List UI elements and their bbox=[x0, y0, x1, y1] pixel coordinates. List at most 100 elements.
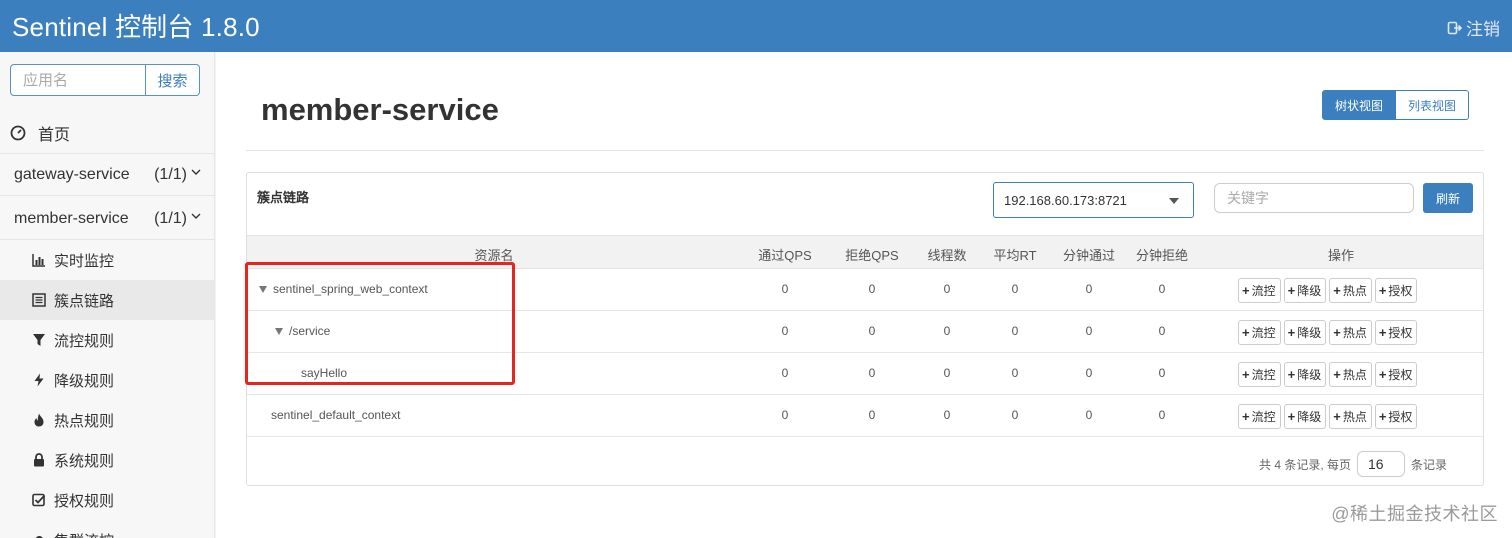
row-actions: + 流控 + 降级 + 热点 + 授权 bbox=[1238, 362, 1418, 387]
sidebar-item-hotspot-rules[interactable]: 热点规则 bbox=[0, 400, 214, 440]
sidebar-service-gateway[interactable]: gateway-service (1/1) bbox=[0, 154, 214, 196]
column-header: 分钟通过 bbox=[1062, 248, 1116, 263]
minute-block: 0 bbox=[1158, 366, 1166, 380]
pass-qps: 0 bbox=[781, 324, 789, 338]
add-auth-rule-button[interactable]: + 授权 bbox=[1374, 404, 1418, 429]
minute-pass: 0 bbox=[1085, 282, 1093, 296]
sidebar-item-label: 热点规则 bbox=[54, 412, 115, 430]
table-row: sayHello 0 0 0 0 0 0 + 流控 + 降级 + 热点 + 授权 bbox=[247, 353, 1483, 395]
add-degrade-rule-button[interactable]: + 降级 bbox=[1283, 320, 1327, 345]
list-view-button[interactable]: 列表视图 bbox=[1396, 90, 1470, 120]
add-degrade-rule-button[interactable]: + 降级 bbox=[1283, 278, 1327, 303]
block-qps: 0 bbox=[868, 366, 876, 380]
caret-down-icon[interactable] bbox=[275, 327, 283, 335]
bar-chart-icon bbox=[32, 254, 45, 267]
sidebar-item-label: 首页 bbox=[38, 126, 71, 144]
column-header: 线程数 bbox=[927, 248, 967, 263]
sidebar-item-label: 集群流控 bbox=[54, 530, 114, 538]
chevron-down-icon bbox=[191, 213, 201, 219]
machine-select[interactable]: 192.168.60.173:8721 bbox=[993, 182, 1194, 218]
service-count: (1/1) bbox=[154, 209, 187, 227]
page-size-input[interactable]: 16 bbox=[1357, 451, 1406, 477]
pagination: 共 4 条记录, 每页 16 条记录 bbox=[1259, 451, 1447, 477]
add-hotspot-rule-button[interactable]: + 热点 bbox=[1329, 362, 1372, 387]
service-count: (1/1) bbox=[154, 165, 187, 183]
add-hotspot-rule-button[interactable]: + 热点 bbox=[1329, 320, 1372, 345]
sidebar-item-label: 流控规则 bbox=[54, 332, 115, 350]
filter-icon bbox=[33, 334, 45, 346]
divider bbox=[246, 150, 1484, 151]
add-flow-rule-button[interactable]: + 流控 bbox=[1238, 362, 1281, 387]
fire-icon bbox=[34, 413, 44, 427]
resource-name[interactable]: /service bbox=[275, 324, 330, 338]
keyword-input[interactable] bbox=[1214, 183, 1414, 213]
add-degrade-rule-button[interactable]: + 降级 bbox=[1283, 404, 1327, 429]
sidebar-service-member[interactable]: member-service (1/1) bbox=[0, 198, 214, 240]
logout-icon bbox=[1447, 21, 1463, 34]
add-auth-rule-button[interactable]: + 授权 bbox=[1374, 320, 1418, 345]
add-auth-rule-button[interactable]: + 授权 bbox=[1374, 278, 1418, 303]
plus-icon: + bbox=[1287, 409, 1296, 424]
plus-icon: + bbox=[1333, 325, 1341, 340]
pass-qps: 0 bbox=[781, 408, 789, 422]
block-qps: 0 bbox=[868, 324, 876, 338]
table-row: sentinel_default_context 0 0 0 0 0 0 + 流控… bbox=[247, 395, 1483, 437]
plus-icon: + bbox=[1378, 367, 1387, 382]
sidebar-item-realtime-monitor[interactable]: 实时监控 bbox=[0, 240, 214, 280]
minute-pass: 0 bbox=[1085, 324, 1093, 338]
add-flow-rule-button[interactable]: + 流控 bbox=[1238, 320, 1281, 345]
refresh-button[interactable]: 刷新 bbox=[1423, 183, 1473, 213]
app-search-input[interactable] bbox=[10, 64, 146, 96]
block-qps: 0 bbox=[868, 282, 876, 296]
resource-name[interactable]: sentinel_default_context bbox=[271, 408, 400, 422]
add-flow-rule-button[interactable]: + 流控 bbox=[1238, 278, 1281, 303]
minute-block: 0 bbox=[1158, 324, 1166, 338]
row-actions: + 流控 + 降级 + 热点 + 授权 bbox=[1238, 404, 1418, 429]
sidebar-item-label: 授权规则 bbox=[54, 492, 115, 510]
pager-prefix: 共 4 条记录, 每页 bbox=[1259, 457, 1352, 472]
thread-count: 0 bbox=[943, 408, 951, 422]
sidebar-item-flow-rules[interactable]: 流控规则 bbox=[0, 320, 214, 360]
add-degrade-rule-button[interactable]: + 降级 bbox=[1283, 362, 1327, 387]
search-button[interactable]: 搜索 bbox=[146, 64, 200, 96]
caret-down-icon bbox=[1169, 198, 1179, 204]
plus-icon: + bbox=[1333, 283, 1341, 298]
sidebar-item-label: 降级规则 bbox=[54, 372, 115, 390]
sidebar-item-cluster-flow[interactable]: 集群流控 bbox=[0, 520, 214, 538]
add-auth-rule-button[interactable]: + 授权 bbox=[1374, 362, 1418, 387]
sidebar-item-auth-rules[interactable]: 授权规则 bbox=[0, 480, 214, 520]
panel-title: 簇点链路 bbox=[257, 190, 310, 205]
column-header: 分钟拒绝 bbox=[1135, 248, 1189, 263]
plus-icon: + bbox=[1378, 283, 1387, 298]
service-name: gateway-service bbox=[14, 165, 130, 183]
sidebar-item-home[interactable]: 首页 bbox=[0, 112, 214, 154]
resource-name[interactable]: sayHello bbox=[301, 366, 347, 380]
app-search: 搜索 bbox=[10, 64, 200, 96]
sidebar-item-label: 系统规则 bbox=[54, 452, 115, 470]
page-title: member-service bbox=[261, 92, 499, 127]
logout-link[interactable]: 注销 bbox=[1447, 15, 1500, 40]
plus-icon: + bbox=[1287, 367, 1296, 382]
sidebar-item-cluster-link[interactable]: 簇点链路 bbox=[0, 280, 214, 320]
sidebar-item-label: 簇点链路 bbox=[54, 292, 115, 310]
resource-name[interactable]: sentinel_spring_web_context bbox=[259, 282, 428, 296]
thread-count: 0 bbox=[943, 282, 951, 296]
column-header: 通过QPS bbox=[758, 248, 812, 263]
sidebar-item-system-rules[interactable]: 系统规则 bbox=[0, 440, 214, 480]
row-actions: + 流控 + 降级 + 热点 + 授权 bbox=[1238, 278, 1418, 303]
plus-icon: + bbox=[1333, 409, 1341, 424]
plus-icon: + bbox=[1287, 283, 1296, 298]
minute-pass: 0 bbox=[1085, 366, 1093, 380]
list-icon bbox=[32, 293, 46, 307]
tree-view-button[interactable]: 树状视图 bbox=[1322, 90, 1397, 120]
dashboard-icon bbox=[10, 125, 26, 140]
caret-down-icon[interactable] bbox=[259, 285, 267, 293]
sidebar-item-degrade-rules[interactable]: 降级规则 bbox=[0, 360, 214, 400]
resource-panel: 簇点链路 192.168.60.173:8721 刷新 资源名 通过QPS 拒绝… bbox=[246, 172, 1484, 486]
add-flow-rule-button[interactable]: + 流控 bbox=[1238, 404, 1281, 429]
plus-icon: + bbox=[1378, 409, 1387, 424]
lock-icon bbox=[34, 453, 44, 467]
add-hotspot-rule-button[interactable]: + 热点 bbox=[1329, 404, 1372, 429]
add-hotspot-rule-button[interactable]: + 热点 bbox=[1329, 278, 1372, 303]
table-header: 资源名 通过QPS 拒绝QPS 线程数 平均RT 分钟通过 分钟拒绝 操作 bbox=[247, 235, 1483, 269]
